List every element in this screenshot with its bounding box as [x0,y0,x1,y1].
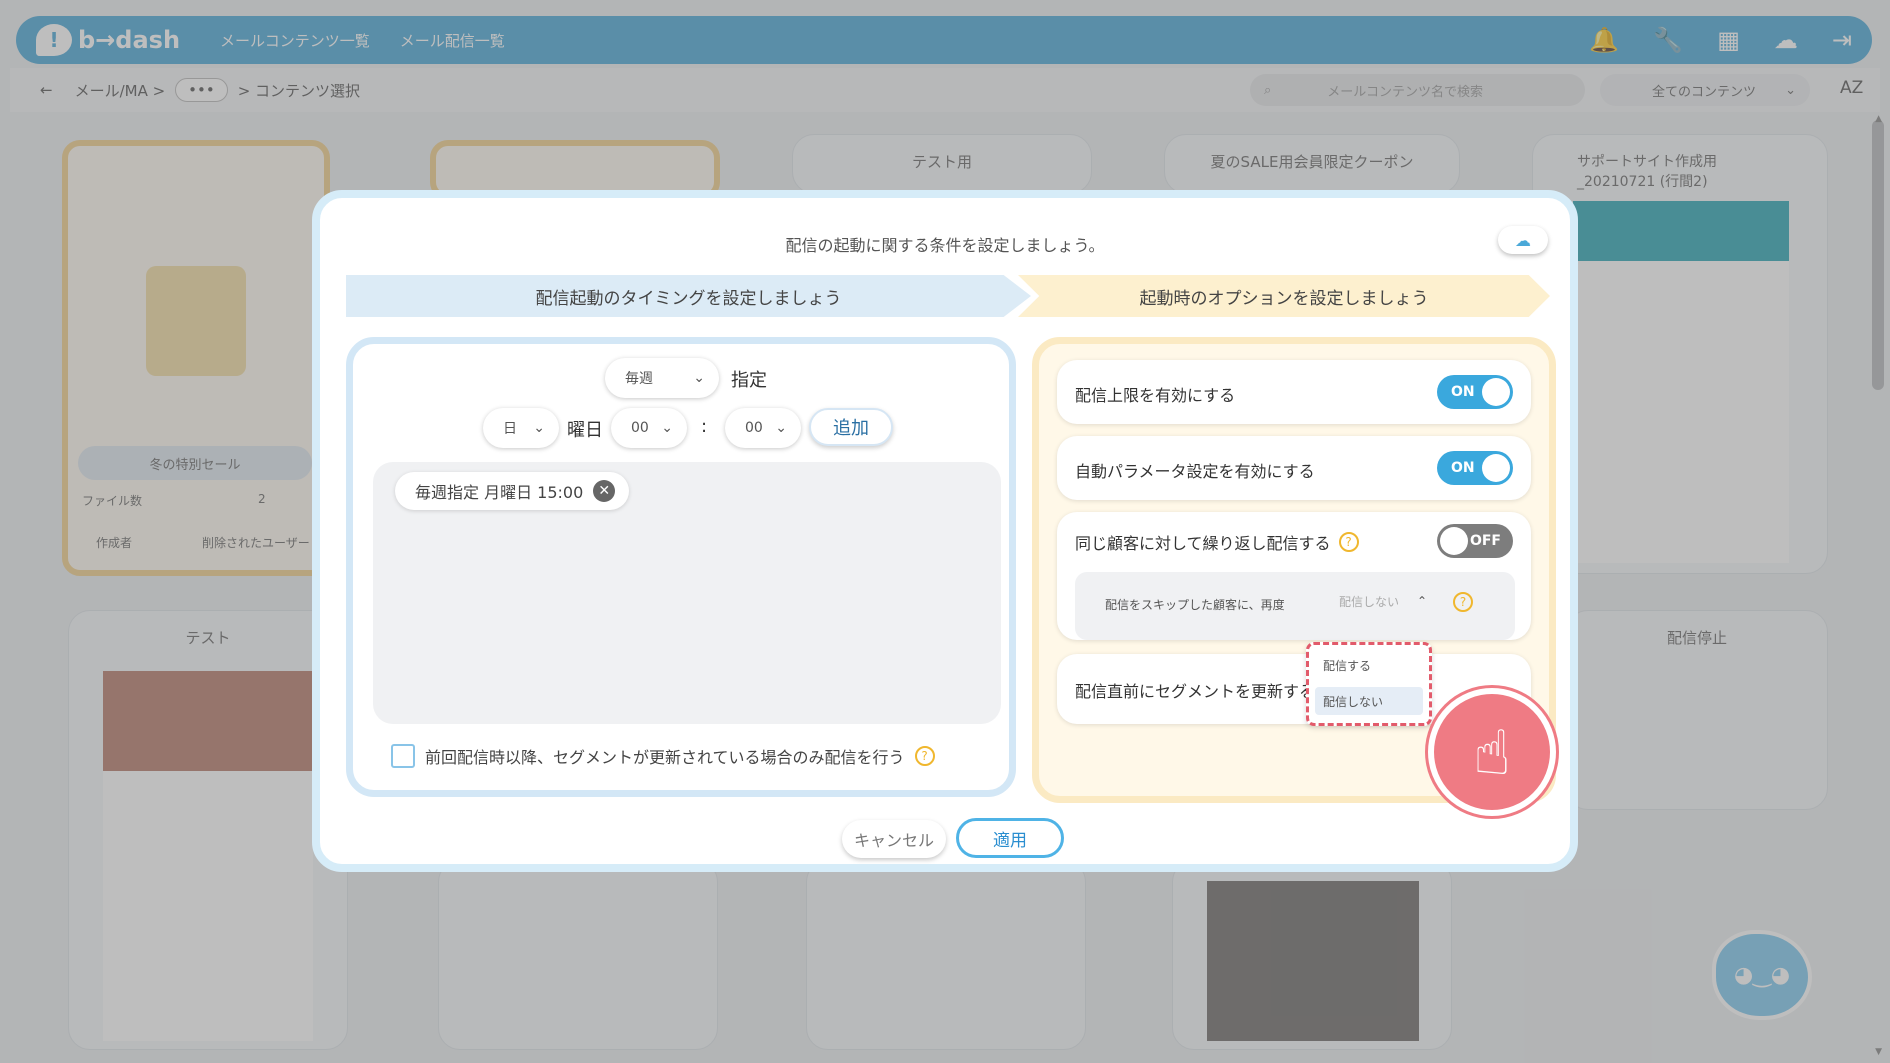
segment-update-label: 前回配信時以降、セグメントが更新されている場合のみ配信を行う [425,748,905,767]
delivery-trigger-modal: 配信の起動に関する条件を設定しましょう。 ☁ 配信起動のタイミングを設定しましょ… [312,190,1578,872]
option-label: 同じ顧客に対して繰り返し配信する ? [1075,530,1359,554]
option-delivery-limit: 配信上限を有効にする ON [1057,360,1531,424]
option-auto-parameter: 自動パラメータ設定を有効にする ON [1057,436,1531,500]
remove-chip-icon[interactable]: ✕ [593,480,616,502]
skip-redelivery-dropdown: 配信する 配信しない [1306,642,1432,726]
option-label: 自動パラメータ設定を有効にする [1075,462,1315,481]
toggle-state: ON [1451,384,1475,400]
chevron-up-icon: ⌃ [1416,594,1427,608]
frequency-select[interactable]: 毎週 ⌄ [605,358,719,398]
toggle-knob [1482,378,1510,406]
segment-update-checkbox[interactable] [391,744,415,768]
step-timing: 配信起動のタイミングを設定しましょう [346,275,1031,317]
step-options: 起動時のオプションを設定しましょう [1018,275,1550,317]
weekday-select[interactable]: 日 ⌄ [483,408,559,448]
pointing-hand-icon: ☝ [1428,688,1556,816]
minute-select[interactable]: 00 ⌄ [725,408,801,448]
cloud-help-icon[interactable]: ☁ [1498,226,1548,254]
apply-button[interactable]: 適用 [956,818,1064,858]
frequency-suffix: 指定 [731,370,767,391]
skip-redelivery-label: 配信をスキップした顧客に、再度 [1105,598,1285,612]
add-schedule-button[interactable]: 追加 [809,408,893,446]
time-colon: : [701,416,708,437]
timing-panel: 毎週 ⌄ 指定 日 ⌄ 曜日 00 ⌄ : 00 ⌄ 追加 毎週指定 月曜日 1… [346,337,1016,797]
repeat-delivery-toggle[interactable]: OFF [1437,524,1513,558]
dropdown-option-no-deliver[interactable]: 配信しない [1315,687,1423,715]
toggle-knob [1482,454,1510,482]
schedule-chip-label: 毎週指定 月曜日 15:00 [415,483,584,502]
help-question-icon[interactable]: ? [914,746,935,766]
option-label: 配信直前にセグメントを更新する [1075,682,1316,701]
hour-select[interactable]: 00 ⌄ [611,408,687,448]
weekday-value: 日 [503,421,517,437]
frequency-value: 毎週 [625,371,653,387]
chevron-down-icon: ⌄ [693,370,705,386]
repeat-delivery-label: 同じ顧客に対して繰り返し配信する [1075,534,1331,553]
option-label: 配信上限を有効にする [1075,386,1236,405]
toggle-state: ON [1451,460,1475,476]
skip-redelivery-value: 配信しない [1339,594,1400,609]
help-question-icon[interactable]: ? [1338,532,1359,552]
dropdown-option-deliver[interactable]: 配信する [1315,651,1423,679]
schedule-chip: 毎週指定 月曜日 15:00 ✕ [395,472,630,510]
chevron-down-icon: ⌄ [661,420,673,436]
skip-redelivery-row: 配信をスキップした顧客に、再度 配信しない ⌃ ? [1075,572,1515,640]
chevron-down-icon: ⌄ [533,420,545,436]
cancel-button[interactable]: キャンセル [842,820,946,858]
schedule-list: 毎週指定 月曜日 15:00 ✕ [373,462,1001,724]
skip-redelivery-select[interactable]: 配信しない ⌃ [1311,590,1433,612]
segment-update-row: 前回配信時以降、セグメントが更新されている場合のみ配信を行う ? [391,744,935,768]
weekday-suffix: 曜日 [567,420,603,441]
hour-value: 00 [631,420,649,436]
chevron-down-icon: ⌄ [775,420,787,436]
toggle-state: OFF [1469,533,1501,549]
minute-value: 00 [745,420,763,436]
auto-parameter-toggle[interactable]: ON [1437,451,1513,485]
toggle-knob [1440,527,1468,555]
modal-title: 配信の起動に関する条件を設定しましょう。 [785,236,1105,255]
help-question-icon[interactable]: ? [1453,592,1473,612]
option-repeat-delivery: 同じ顧客に対して繰り返し配信する ? OFF 配信をスキップした顧客に、再度 配… [1057,512,1531,640]
delivery-limit-toggle[interactable]: ON [1437,375,1513,409]
